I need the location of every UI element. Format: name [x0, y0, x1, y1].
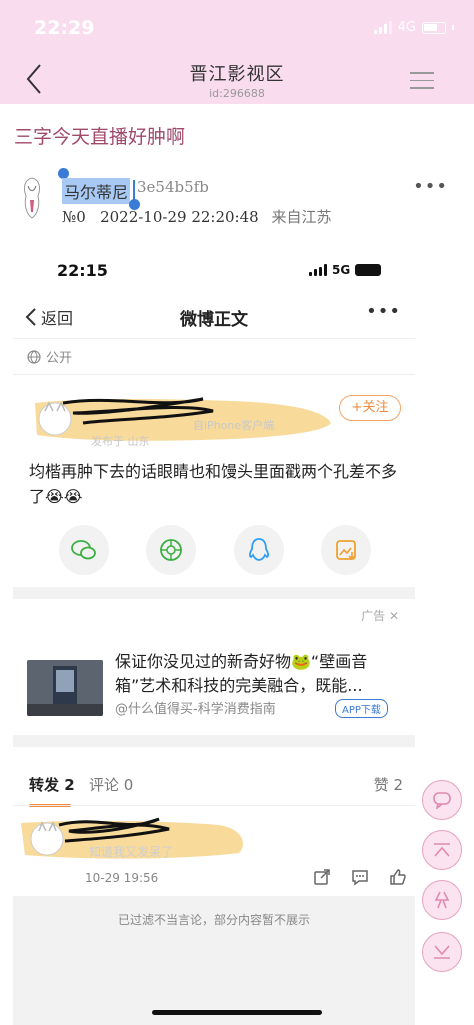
user-location-meta: 发布于 山东 — [91, 435, 150, 448]
redacted-user-block — [35, 397, 331, 441]
filter-notice: 已过滤不当言论，部分内容暂不展示 — [117, 913, 310, 927]
qq-icon — [248, 538, 269, 561]
section-gap — [13, 735, 415, 747]
arrow-down-icon — [434, 945, 450, 959]
wechat-icon — [71, 540, 96, 560]
comment-time: 10-29 19:56 — [85, 871, 159, 885]
image-download-icon — [336, 540, 356, 561]
save-image-share-button[interactable] — [320, 525, 371, 575]
scroll-top-fab[interactable] — [422, 830, 462, 870]
post-datetime: 2022-10-29 22:20:48 — [100, 208, 259, 226]
tab-likes[interactable]: 赞 2 — [374, 774, 403, 795]
top-bar: 22:29 4G 晋江影视区 id:296688 — [0, 0, 474, 104]
like-icon[interactable] — [389, 868, 407, 886]
signal-icon — [373, 21, 392, 34]
interaction-tabs: 转发 2 评论 0 赞 2 — [29, 774, 403, 807]
forum-id: id:296688 — [209, 87, 265, 100]
refresh-fab[interactable] — [422, 880, 462, 920]
post-title: 三字今天直播好肿啊 — [14, 126, 186, 148]
user-client-meta: 自iPhone客户端 — [193, 419, 275, 432]
swap-arrows-icon — [434, 891, 450, 909]
weibo-body-text: 均楷再肿下去的话眼睛也和馒头里面戳两个孔差不多了😭😭 — [29, 462, 398, 506]
comment-icon[interactable] — [351, 868, 369, 886]
embedded-status-time: 22:15 — [57, 261, 108, 280]
tab-repost[interactable]: 转发 2 — [29, 774, 75, 795]
speech-bubble-icon — [433, 792, 451, 809]
share-row — [59, 525, 371, 575]
app-download-tag[interactable]: APP下载 — [335, 699, 388, 718]
section-gap — [13, 587, 415, 599]
divider — [13, 338, 415, 339]
post-location: 来自江苏 — [271, 208, 332, 226]
commenter-meta: 知道我又发呆了 — [89, 845, 174, 859]
tab-comment[interactable]: 评论 0 — [89, 774, 133, 795]
author-hash: 3e54b5fb — [137, 178, 209, 196]
author-name[interactable]: 马尔蒂尼 — [62, 178, 131, 204]
scroll-bottom-fab[interactable] — [422, 932, 462, 972]
menu-icon[interactable] — [410, 72, 434, 92]
author-avatar[interactable] — [20, 176, 44, 220]
arrow-up-icon — [434, 843, 450, 857]
weibo-title: 微博正文 — [180, 310, 248, 330]
more-options-icon[interactable]: ••• — [413, 176, 448, 197]
visibility-label: 公开 — [46, 351, 73, 366]
follow-button[interactable]: +关注 — [339, 395, 401, 421]
divider — [13, 805, 415, 806]
embedded-screenshot[interactable]: 22:15 5G 返回 微博正文 ••• 公开 自iPhone客户端 发布于 山… — [13, 241, 415, 1025]
ad-label[interactable]: 广告 ✕ — [361, 607, 399, 624]
post-meta: №0 2022-10-29 22:20:48 来自江苏 — [62, 206, 331, 227]
ad-source: @什么值得买-科学消费指南 — [115, 702, 276, 717]
moments-share-button[interactable] — [146, 525, 197, 575]
ad-thumbnail[interactable] — [27, 660, 103, 716]
ad-image — [27, 660, 103, 716]
moments-icon — [160, 539, 183, 561]
network-label: 4G — [397, 20, 416, 35]
ad-text[interactable]: 保证你没见过的新奇好物🐸“壁画音箱”艺术和科技的完美融合，既能... — [115, 650, 405, 698]
globe-icon — [27, 349, 41, 364]
floor-number: №0 — [62, 208, 86, 226]
reply-fab[interactable] — [422, 780, 462, 820]
qq-share-button[interactable] — [233, 525, 284, 575]
embedded-signal-icon — [309, 264, 327, 276]
battery-cap — [452, 25, 454, 30]
visibility-row: 公开 — [27, 347, 72, 366]
share-icon[interactable] — [313, 868, 331, 886]
battery-icon — [422, 21, 446, 34]
weibo-more-icon[interactable]: ••• — [366, 301, 401, 322]
home-indicator[interactable] — [152, 1010, 322, 1015]
status-icons: 4G — [373, 20, 454, 35]
embedded-status-icons: 5G — [309, 263, 382, 277]
embedded-network: 5G — [332, 263, 351, 277]
ad-label-text: 广告 — [361, 609, 386, 623]
wechat-share-button[interactable] — [59, 525, 109, 575]
forum-title: 晋江影视区 — [189, 64, 285, 85]
embedded-battery-icon — [355, 264, 382, 276]
comment-actions — [313, 868, 407, 886]
status-time: 22:29 — [34, 17, 95, 39]
divider — [13, 374, 415, 375]
